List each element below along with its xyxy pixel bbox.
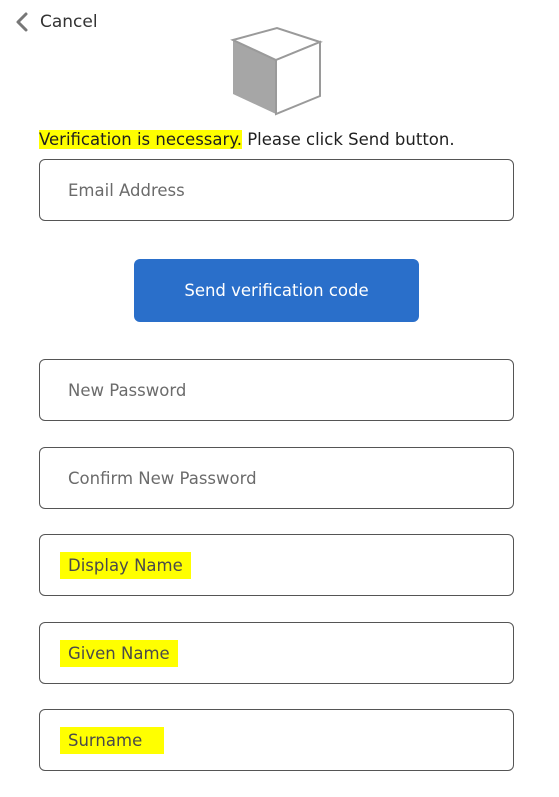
intro-rest: Please click Send button.	[241, 130, 455, 149]
confirm-password-input[interactable]	[68, 448, 513, 508]
cancel-label: Cancel	[40, 12, 98, 32]
surname-input[interactable]	[68, 710, 513, 770]
intro-text: Verification is necessary. Please click …	[39, 130, 455, 149]
confirm-password-field[interactable]	[39, 447, 514, 509]
cancel-link[interactable]: Cancel	[12, 10, 98, 34]
cube-logo-icon	[230, 26, 325, 118]
chevron-left-icon	[12, 10, 34, 34]
display-name-input[interactable]	[68, 535, 513, 595]
email-input[interactable]	[68, 160, 513, 220]
display-name-field[interactable]: Display Name	[39, 534, 514, 596]
new-password-input[interactable]	[68, 360, 513, 420]
intro-highlight: Verification is necessary.	[39, 130, 242, 149]
email-field[interactable]	[39, 159, 514, 221]
send-verification-code-button[interactable]: Send verification code	[134, 259, 419, 322]
new-password-field[interactable]	[39, 359, 514, 421]
surname-field[interactable]: Surname	[39, 709, 514, 771]
given-name-field[interactable]: Given Name	[39, 622, 514, 684]
given-name-input[interactable]	[68, 623, 513, 683]
